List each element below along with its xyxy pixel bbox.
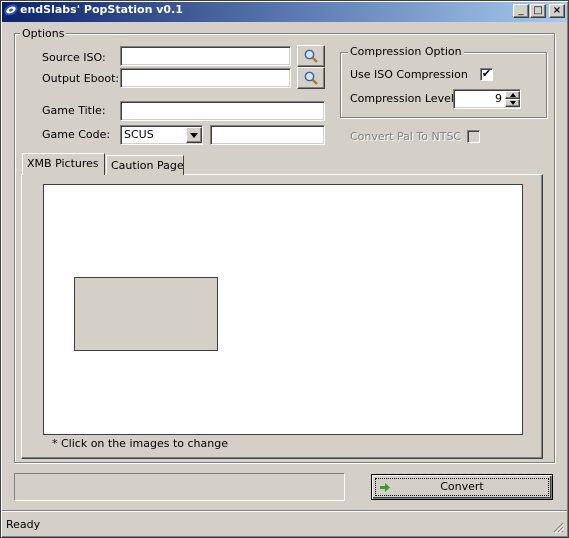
convert-pal-label: Convert Pal To NTSC	[350, 130, 462, 143]
minimize-button[interactable]: _	[513, 4, 529, 18]
convert-button[interactable]: Convert	[371, 474, 553, 500]
statusbar-text: Ready	[6, 518, 41, 531]
tab-caution-page[interactable]: Caution Page	[106, 155, 184, 175]
output-eboot-label: Output Eboot:	[42, 72, 120, 85]
compression-level-label: Compression Level:	[350, 92, 458, 105]
tab-xmb-pictures[interactable]: XMB Pictures	[22, 153, 105, 175]
chevron-down-icon	[190, 133, 198, 138]
source-iso-input[interactable]	[120, 46, 291, 66]
app-logo-icon	[4, 4, 18, 16]
magnifier-icon	[304, 49, 318, 63]
use-iso-compression-checkbox[interactable]: ✔	[480, 68, 493, 81]
window-title: endSlabs' PopStation v0.1	[20, 3, 183, 16]
xmb-icon-image[interactable]	[74, 277, 218, 351]
compression-level-down-button[interactable]	[505, 99, 520, 107]
convert-button-label: Convert	[440, 480, 484, 493]
game-code-number-input[interactable]	[210, 125, 325, 145]
compression-level-up-button[interactable]	[505, 91, 520, 99]
magnifier-icon	[304, 71, 318, 85]
game-title-label: Game Title:	[42, 104, 106, 117]
output-eboot-input[interactable]	[120, 68, 291, 88]
game-code-selected: SCUS	[124, 128, 154, 141]
options-group-title: Options	[20, 27, 67, 40]
game-code-label: Game Code:	[42, 128, 111, 141]
output-eboot-browse-button[interactable]	[297, 67, 325, 89]
game-code-dropdown-button[interactable]	[186, 127, 202, 143]
source-iso-label: Source ISO:	[42, 51, 106, 64]
progress-bar	[14, 473, 345, 501]
statusbar-divider	[2, 510, 567, 512]
maximize-button[interactable]: □	[530, 4, 546, 18]
spin-up-icon	[509, 93, 516, 97]
spin-down-icon	[509, 101, 516, 105]
compression-group-title: Compression Option	[348, 45, 464, 58]
xmb-hint-text: * Click on the images to change	[52, 437, 228, 450]
convert-pal-checkbox	[467, 130, 480, 143]
game-title-input[interactable]	[120, 101, 325, 121]
close-button[interactable]: ×	[549, 4, 565, 18]
resize-grip-icon[interactable]	[552, 521, 564, 533]
use-iso-compression-label: Use ISO Compression	[350, 68, 468, 81]
source-iso-browse-button[interactable]	[297, 45, 325, 67]
